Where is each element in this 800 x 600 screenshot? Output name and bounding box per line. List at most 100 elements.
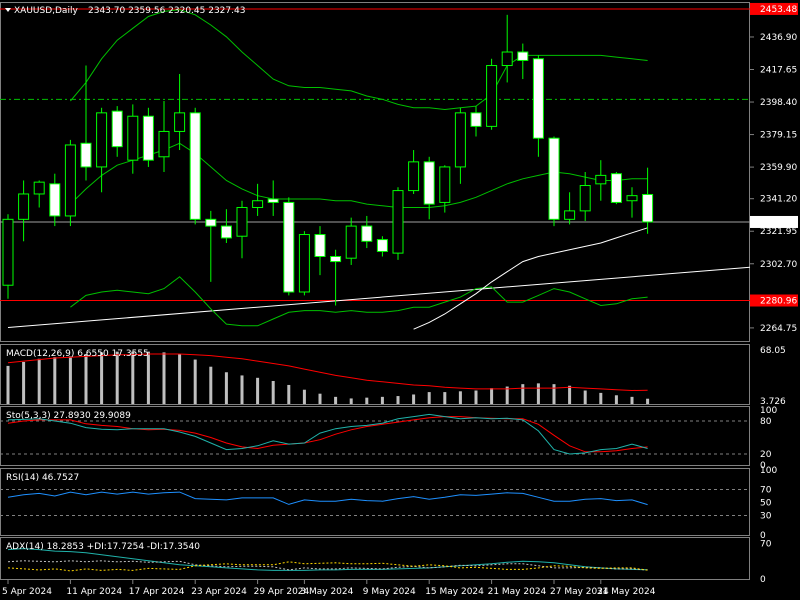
price-tick-label: 2321.95	[760, 227, 797, 237]
macd-histogram-bar	[302, 389, 306, 404]
macd-histogram-bar	[318, 393, 322, 404]
candle-body-bull	[18, 193, 30, 220]
macd-histogram-bar	[37, 358, 41, 404]
axis-tick-label: 70	[760, 486, 772, 496]
time-tick-label: 5 Apr 2024	[2, 587, 52, 597]
candle-body-bull	[127, 115, 139, 161]
header-dropdown-icon[interactable]	[5, 8, 11, 12]
candle-body-bull	[236, 206, 248, 237]
candle-body-bear	[532, 58, 544, 139]
rsi-panel-frame	[0, 468, 750, 536]
chart-root: 2436.90 2417.65 2398.40 2379.15 2359.90 2341.…	[0, 2, 798, 597]
macd-histogram-bar	[22, 361, 26, 404]
resistance-price-tag: 2453.48	[760, 5, 797, 15]
candle-body-bull	[439, 166, 451, 203]
candle-body-bear	[423, 161, 435, 205]
price-tick-label: 2417.65	[760, 66, 797, 76]
candle-body-bull	[345, 225, 357, 259]
bollinger-mid-line	[70, 142, 648, 208]
candle-body-bull	[298, 234, 310, 293]
macd-histogram-bar	[334, 396, 338, 404]
macd-histogram-bar	[162, 352, 166, 404]
price-tick-label: 2379.15	[760, 131, 797, 141]
macd-histogram-bar	[53, 357, 57, 404]
axis-tick-label: 50	[760, 499, 772, 509]
candle-body-bear	[142, 115, 154, 161]
axis-tick-label: 70	[760, 540, 772, 550]
price-panel[interactable]: 2436.90 2417.65 2398.40 2379.15 2359.90 2341.…	[0, 2, 798, 342]
macd-histogram-bar	[412, 394, 416, 404]
candle-body-bull	[626, 195, 638, 202]
macd-histogram-bar	[349, 398, 353, 404]
macd-histogram-bar	[131, 351, 135, 404]
price-tick-label: 2341.20	[760, 195, 797, 205]
macd-histogram-bar	[287, 384, 291, 404]
macd-histogram-bar	[193, 359, 197, 404]
axis-tick-label: 20	[760, 450, 772, 460]
time-tick-label: 9 May 2024	[363, 587, 416, 597]
price-levels	[0, 8, 750, 302]
macd-histogram-bar	[474, 390, 478, 404]
macd-histogram-bar	[427, 392, 431, 404]
macd-histogram-bar	[443, 392, 447, 404]
chart-header: XAUUSD,Daily 2343.70 2359.56 2320.45 232…	[5, 6, 245, 16]
candle-body-bear	[314, 234, 326, 257]
candle-body-bull	[501, 51, 513, 67]
axis-tick-label: 80	[760, 417, 772, 427]
rsi-panel[interactable]: 1007050300 RSI(14) 46.7527	[0, 466, 777, 541]
stochastic-label: Sto(5,3,3) 27.8930 29.9089	[6, 411, 131, 421]
candle-body-bull	[2, 218, 14, 286]
candle-body-bull	[486, 65, 498, 127]
macd-histogram-bar	[100, 352, 104, 404]
macd-histogram-bar	[365, 397, 369, 404]
macd-panel[interactable]: 68.053.726 MACD(12,26,9) 6.6550 17.3555	[0, 344, 787, 408]
candle-body-bear	[361, 225, 373, 242]
macd-histogram-bar	[630, 396, 634, 404]
trendline	[7, 266, 751, 328]
macd-histogram-bar	[146, 351, 150, 404]
candle-body-bear	[283, 201, 295, 293]
axis-tick-label: 30	[760, 512, 772, 522]
macd-histogram-bar	[240, 375, 244, 404]
support-price-tag: 2280.96	[760, 297, 797, 307]
adx-label: ADX(14) 18.2853 +DI:17.7254 -DI:17.3540	[6, 542, 200, 552]
rsi-label: RSI(14) 46.7527	[6, 473, 79, 483]
candle-body-bull	[158, 130, 170, 158]
rsi-line	[7, 491, 648, 506]
macd-histogram-bar	[614, 395, 618, 404]
candle-body-bear	[517, 51, 529, 61]
price-tick-label: 2359.90	[760, 163, 797, 173]
candle-body-bull	[174, 112, 186, 132]
macd-histogram-bar	[209, 366, 213, 404]
candle-body-bull	[579, 185, 591, 212]
macd-histogram-bar	[271, 380, 275, 404]
time-tick-label: 23 Apr 2024	[191, 587, 247, 597]
macd-signal-line	[7, 353, 648, 392]
bollinger-upper-line	[70, 9, 648, 111]
candle-body-bull	[408, 161, 420, 192]
adx-panel[interactable]: 70 0 ADX(14) 18.2853 +DI:17.7254 -DI:17.3…	[0, 537, 772, 586]
candle-body-bear	[80, 142, 92, 168]
candle-body-bear	[267, 198, 279, 203]
candle-body-bull	[96, 112, 108, 168]
candle-body-bull	[64, 144, 76, 217]
macd-histogram-bar	[552, 384, 556, 404]
macd-histogram-bar	[224, 372, 228, 404]
candle-body-bull	[33, 181, 45, 195]
axis-tick-label: 100	[760, 406, 777, 416]
header-ohlc: 2343.70 2359.56 2320.45 2327.43	[88, 6, 245, 16]
macd-histogram-bar	[396, 396, 400, 404]
candle-body-bull	[454, 112, 466, 168]
macd-histogram-bar	[490, 388, 494, 404]
candle-body-bear	[189, 112, 201, 220]
macd-histogram-bar	[521, 384, 525, 404]
candle-body-bear	[111, 110, 123, 148]
macd-label: MACD(12,26,9) 6.6550 17.3555	[6, 349, 149, 359]
price-candles	[2, 14, 654, 306]
candle-body-bear	[470, 112, 482, 127]
time-tick-label: 17 Apr 2024	[129, 587, 185, 597]
stochastic-panel[interactable]: 10080200 Sto(5,3,3) 27.8930 29.9089	[0, 406, 777, 471]
time-tick-label: 31 May 2024	[597, 587, 656, 597]
macd-histogram-bar	[6, 365, 10, 404]
candle-body-bear	[49, 183, 61, 217]
